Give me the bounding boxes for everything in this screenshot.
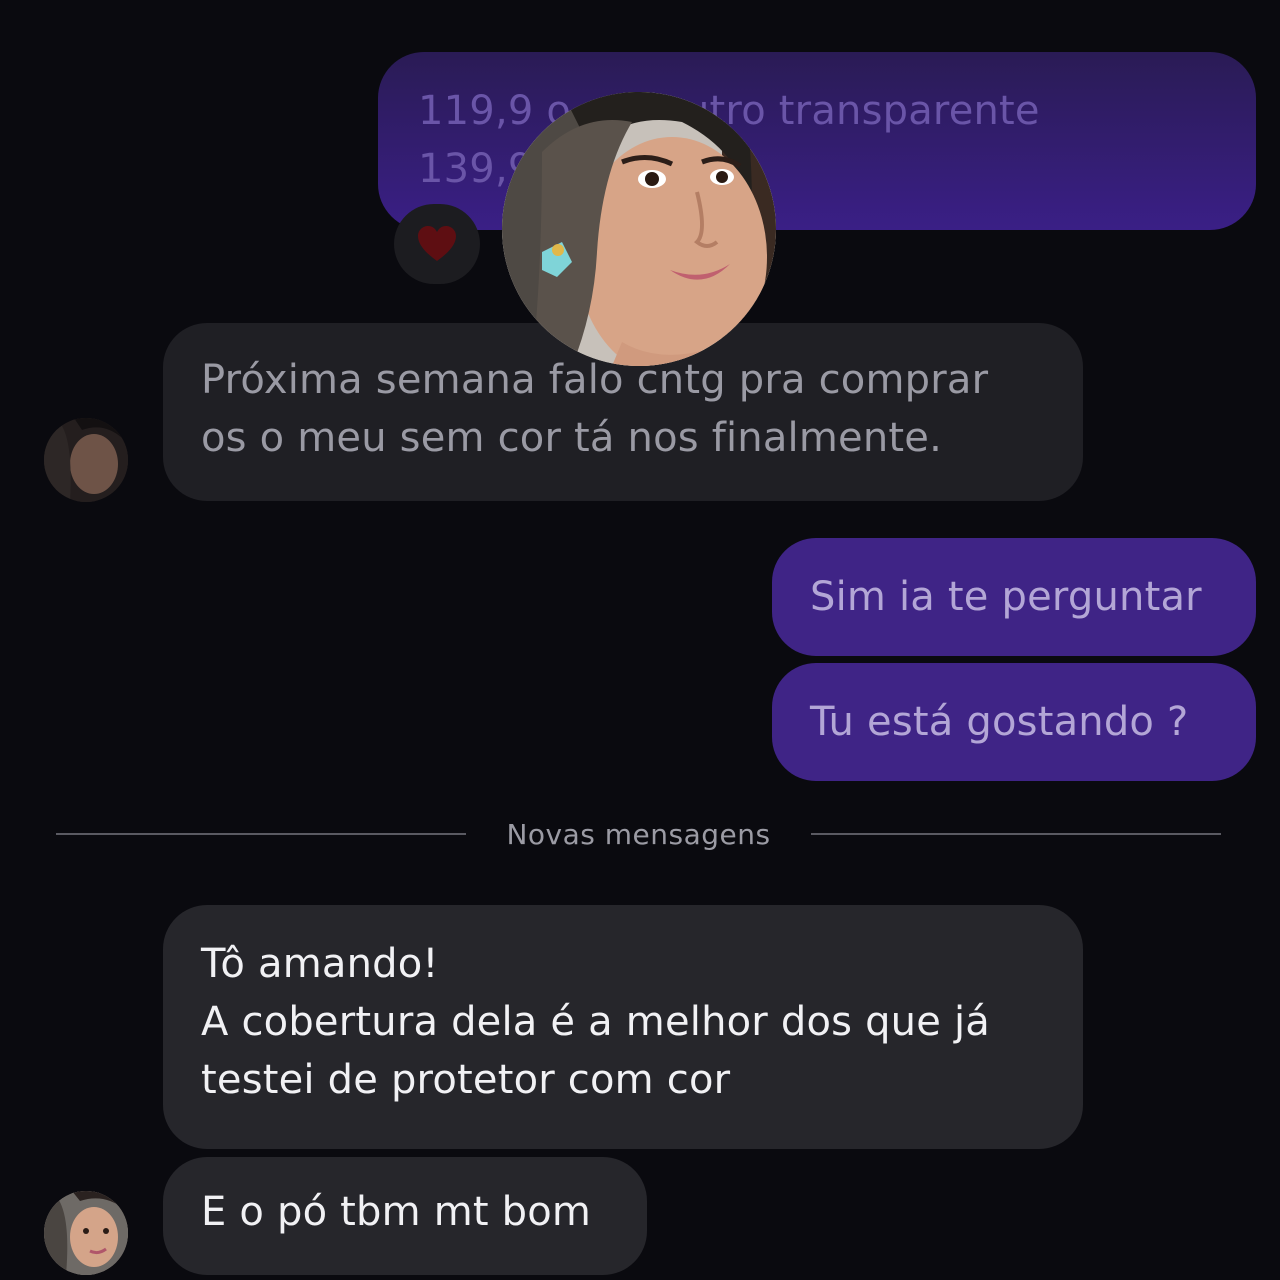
message-text-line: os o meu sem cor tá nos finalmente. <box>201 415 943 461</box>
message-text: Sim ia te perguntar <box>810 574 1202 620</box>
message-text: E o pó tbm mt bom <box>201 1189 592 1235</box>
contact-avatar[interactable] <box>44 418 128 502</box>
new-messages-divider: Novas mensagens <box>56 810 1221 860</box>
profile-image <box>502 92 776 366</box>
message-text-line: testei de protetor com cor <box>201 1057 731 1103</box>
heart-icon <box>418 226 456 261</box>
message-text-line: 119,9 o e o outro transparente <box>418 88 1040 134</box>
sent-message[interactable]: Tu está gostando ? <box>772 663 1256 781</box>
contact-avatar[interactable] <box>44 1191 128 1275</box>
divider-line <box>56 833 466 835</box>
message-text: Tu está gostando ? <box>810 699 1189 745</box>
message-text-line: A cobertura dela é a melhor dos que já <box>201 999 990 1045</box>
received-message[interactable]: E o pó tbm mt bom <box>163 1157 647 1275</box>
message-text-line: Tô amando! <box>201 941 439 987</box>
sent-message[interactable]: Sim ia te perguntar <box>772 538 1256 656</box>
divider-line <box>811 833 1221 835</box>
profile-photo[interactable] <box>502 92 776 366</box>
heart-reaction[interactable] <box>394 204 480 284</box>
received-message[interactable]: Tô amando! A cobertura dela é a melhor d… <box>163 905 1083 1149</box>
avatar-image <box>44 1191 128 1275</box>
divider-label: Novas mensagens <box>506 818 771 851</box>
avatar-image <box>44 418 128 502</box>
